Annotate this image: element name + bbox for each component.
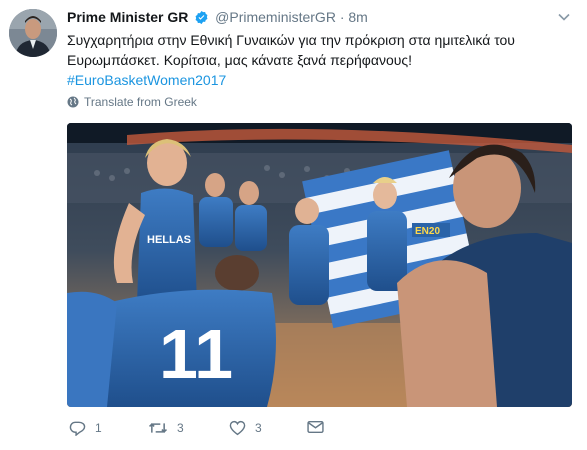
tweet-actions: 1 3 3: [67, 420, 367, 438]
tweet-text: Συγχαρητήρια στην Εθνική Γυναικών για τη…: [67, 30, 567, 90]
like-count: 3: [255, 421, 262, 435]
jersey-number-text: 11: [159, 315, 233, 393]
hashtag-link[interactable]: #EuroBasketWomen2017: [67, 70, 567, 90]
jersey-hellas-text: HELLAS: [147, 234, 191, 246]
reply-count: 1: [95, 421, 102, 435]
globe-icon: [67, 96, 79, 108]
tweet-time[interactable]: 8m: [348, 9, 367, 25]
team-celebration-image: HELLAS EN20 11: [67, 123, 572, 407]
tweet-text-line-1: Συγχαρητήρια στην Εθνική Γυναικών για τη…: [67, 32, 515, 48]
translate-label: Translate from Greek: [84, 95, 197, 109]
retweet-icon: [148, 423, 168, 433]
chevron-down-icon[interactable]: [557, 10, 571, 24]
tweet-photo[interactable]: HELLAS EN20 11: [67, 123, 572, 407]
author-handle[interactable]: @PrimeministerGR: [215, 9, 336, 25]
retweet-button[interactable]: 3: [148, 420, 184, 436]
direct-message-button[interactable]: [307, 420, 324, 434]
author-avatar[interactable]: [9, 9, 57, 57]
envelope-icon: [307, 420, 324, 434]
translate-link[interactable]: Translate from Greek: [67, 95, 197, 109]
author-name[interactable]: Prime Minister GR: [67, 9, 188, 25]
like-button[interactable]: 3: [229, 420, 262, 436]
retweet-count: 3: [177, 421, 184, 435]
heart-icon: [229, 420, 246, 436]
tweet-text-line-2: Ευρωμπάσκετ. Κορίτσια, μας κάνατε ξανά π…: [67, 52, 413, 68]
tweet-header: Prime Minister GR @PrimeministerGR · 8m: [67, 8, 368, 26]
reply-button[interactable]: 1: [69, 420, 102, 436]
time-separator: ·: [339, 9, 345, 25]
reply-icon: [69, 421, 86, 436]
verified-badge-icon: [195, 10, 208, 25]
banner-text: EN20: [415, 226, 440, 237]
